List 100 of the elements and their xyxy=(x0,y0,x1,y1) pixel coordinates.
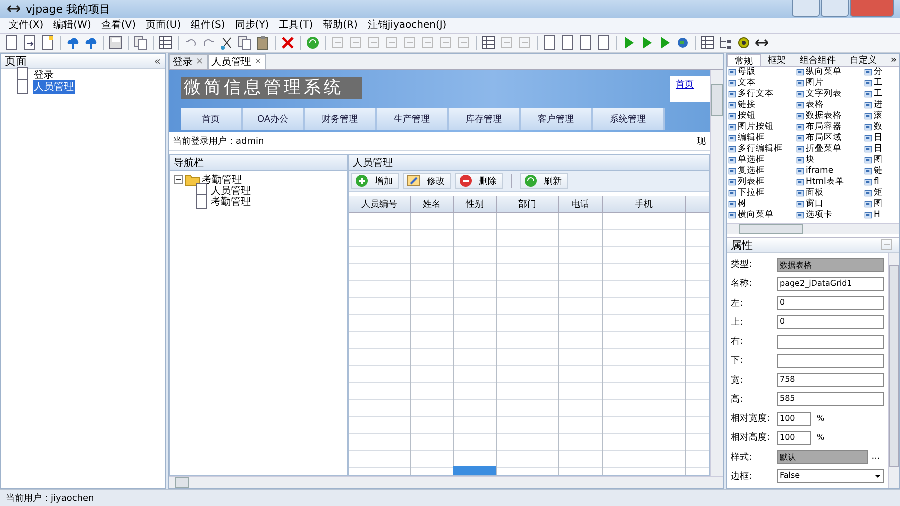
palette-item[interactable]: 进 xyxy=(863,100,893,111)
minimize-button[interactable] xyxy=(792,0,820,17)
palette-item[interactable]: iframe xyxy=(795,166,863,177)
palette-item[interactable]: 布局容器 xyxy=(795,122,863,133)
property-field[interactable]: 585 xyxy=(777,392,884,406)
property-field[interactable] xyxy=(777,354,884,368)
menu-item[interactable]: 帮助(R) xyxy=(318,18,363,33)
tab-close-button[interactable]: × xyxy=(254,57,262,67)
palette-item[interactable]: 矩 xyxy=(863,188,893,199)
palette-item[interactable]: 滚 xyxy=(863,111,893,122)
home-link[interactable]: 首页 xyxy=(670,76,710,102)
toolbar-button[interactable]: 修改 xyxy=(403,173,451,189)
maximize-button[interactable] xyxy=(821,0,849,17)
palette-item[interactable]: 图 xyxy=(863,155,893,166)
property-field[interactable]: 758 xyxy=(777,373,884,388)
tree-item[interactable]: 人员管理 xyxy=(211,184,251,198)
palette-item[interactable]: 下拉框 xyxy=(727,188,795,199)
palette-item[interactable]: 复选框 xyxy=(727,166,795,177)
palette-tab[interactable]: 框架 xyxy=(761,54,793,66)
palette-item[interactable]: fl xyxy=(863,177,893,188)
palette-item[interactable]: 图 xyxy=(863,199,893,210)
widget-icon xyxy=(728,178,737,187)
palette-item[interactable]: 表格 xyxy=(795,100,863,111)
page-icon xyxy=(15,79,31,95)
vertical-scrollbar[interactable] xyxy=(888,253,899,488)
tree-item[interactable]: 考勤管理 xyxy=(211,194,251,208)
menu-item[interactable]: 编辑(W) xyxy=(48,18,96,33)
palette-item[interactable]: 多行编辑框 xyxy=(727,144,795,155)
nav-tab[interactable]: 客户管理 xyxy=(521,108,593,130)
toolbar-button[interactable]: 增加 xyxy=(351,173,399,189)
palette-item[interactable]: 按钮 xyxy=(727,111,795,122)
palette-item[interactable]: 数据表格 xyxy=(795,111,863,122)
palette-item[interactable]: Html表单 xyxy=(795,177,863,188)
palette-item[interactable]: 布局区域 xyxy=(795,133,863,144)
tree-item[interactable]: 考勤管理 xyxy=(202,172,242,186)
palette-item[interactable]: 文本 xyxy=(727,78,795,89)
browse-button[interactable]: ... xyxy=(868,452,884,462)
tab-close-button[interactable]: × xyxy=(196,57,204,67)
palette-tab[interactable]: 组合组件 xyxy=(793,54,843,66)
palette-item[interactable]: 多行文本 xyxy=(727,89,795,100)
cut-text: 现 xyxy=(697,136,706,148)
property-field[interactable]: page2_jDataGrid1 xyxy=(777,276,884,291)
palette-item[interactable]: 工 xyxy=(863,78,893,89)
dropdown[interactable]: False xyxy=(777,469,884,484)
palette-item[interactable]: 工 xyxy=(863,89,893,100)
menu-item[interactable]: 同步(Y) xyxy=(230,18,274,33)
property-field[interactable]: 100 xyxy=(777,412,811,426)
palette-item[interactable]: 窗口 xyxy=(795,199,863,210)
property-field[interactable]: 0 xyxy=(777,315,884,330)
palette-item[interactable]: 数 xyxy=(863,122,893,133)
menu-item[interactable]: 注销jiyaochen(J) xyxy=(362,18,452,33)
nav-tab[interactable]: OA办公 xyxy=(243,108,305,130)
page-tree-item[interactable]: 人员管理 xyxy=(33,80,75,94)
collapse-icon[interactable] xyxy=(174,175,183,184)
property-field[interactable]: 0 xyxy=(777,296,884,310)
palette-item[interactable]: 编辑框 xyxy=(727,133,795,144)
palette-item[interactable]: 单选框 xyxy=(727,155,795,166)
nav-tab[interactable]: 首页 xyxy=(181,108,243,130)
menu-item[interactable]: 组件(S) xyxy=(186,18,230,33)
palette-tab[interactable]: 自定义 xyxy=(843,54,884,66)
horizontal-scrollbar[interactable] xyxy=(169,476,723,488)
vertical-scrollbar[interactable] xyxy=(710,70,723,476)
palette-item[interactable]: H xyxy=(863,210,893,221)
palette-item[interactable]: 横向菜单 xyxy=(727,210,795,221)
menu-item[interactable]: 文件(X) xyxy=(4,18,49,33)
toolbar-button[interactable]: 删除 xyxy=(455,173,503,189)
nav-tab[interactable]: 库存管理 xyxy=(449,108,521,130)
menu-item[interactable]: 查看(V) xyxy=(96,18,142,33)
palette-item[interactable]: 选项卡 xyxy=(795,210,863,221)
editor-tab[interactable]: 人员管理 × xyxy=(208,54,266,69)
palette-item[interactable]: 链接 xyxy=(727,100,795,111)
palette-item[interactable]: 链 xyxy=(863,166,893,177)
palette-item[interactable]: 图片 xyxy=(795,78,863,89)
collapse-button[interactable]: « xyxy=(154,54,161,68)
editor-tab[interactable]: 登录 × xyxy=(169,54,208,69)
toolbar-button[interactable]: 刷新 xyxy=(520,173,568,189)
palette-item[interactable]: 纵向菜单 xyxy=(795,67,863,78)
palette-item[interactable]: 折叠菜单 xyxy=(795,144,863,155)
nav-tab[interactable]: 财务管理 xyxy=(305,108,377,130)
palette-item[interactable]: 列表框 xyxy=(727,177,795,188)
palette-item[interactable]: 面板 xyxy=(795,188,863,199)
status-text: 当前用户：jiyaochen xyxy=(6,492,94,504)
nav-tab[interactable]: 生产管理 xyxy=(377,108,449,130)
palette-item[interactable]: 母版 xyxy=(727,67,795,78)
palette-item[interactable]: 图片按钮 xyxy=(727,122,795,133)
palette-tab[interactable]: 常规 xyxy=(727,54,761,66)
palette-item[interactable]: 分 xyxy=(863,67,893,78)
horizontal-scrollbar[interactable] xyxy=(727,223,899,234)
nav-tab[interactable]: 系统管理 xyxy=(593,108,665,130)
menu-item[interactable]: 页面(U) xyxy=(141,18,186,33)
property-field[interactable]: 100 xyxy=(777,430,811,445)
page-tree-item[interactable]: 登录 xyxy=(33,68,55,82)
palette-item[interactable]: 块 xyxy=(795,155,863,166)
palette-item[interactable]: 文字列表 xyxy=(795,89,863,100)
palette-item[interactable]: 树 xyxy=(727,199,795,210)
palette-item[interactable]: 日 xyxy=(863,133,893,144)
property-field[interactable] xyxy=(777,334,884,349)
menu-item[interactable]: 工具(T) xyxy=(274,18,318,33)
more-button[interactable]: » xyxy=(888,55,899,66)
palette-item[interactable]: 日 xyxy=(863,144,893,155)
